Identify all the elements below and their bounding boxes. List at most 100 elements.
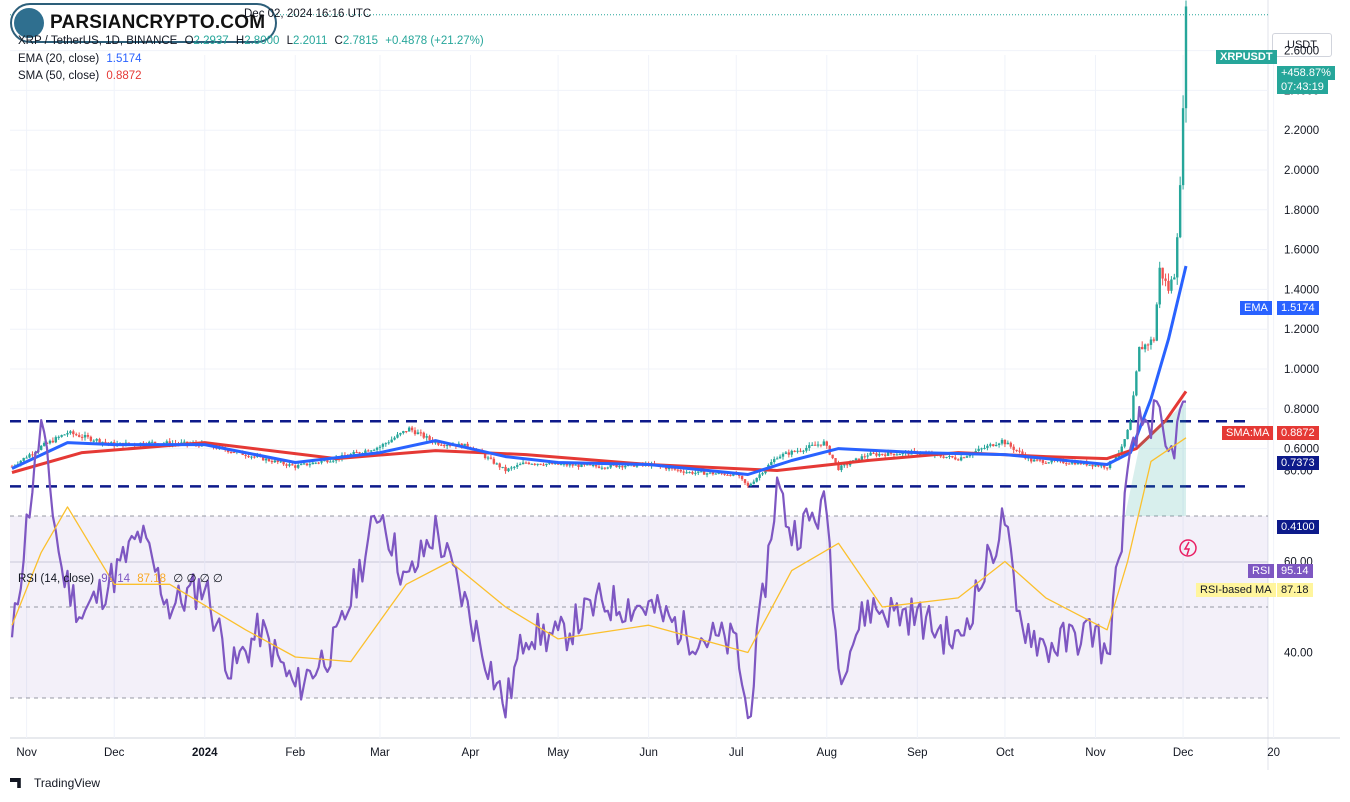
candle-body	[510, 467, 513, 469]
candle-body	[390, 439, 393, 443]
ema-label: EMA (20, close)	[18, 53, 100, 65]
candle-body	[568, 464, 571, 466]
candle-body	[761, 473, 764, 475]
candle-body	[311, 462, 315, 465]
candle-body	[370, 450, 373, 452]
chart-canvas[interactable]: 0.6000 0.8000 1.0000 1.2000 1.4000 1.6000 1.80…	[0, 0, 1350, 802]
candle-body	[831, 454, 834, 459]
candle-body	[714, 473, 718, 475]
candle-body	[872, 452, 875, 454]
time-tick-label: 20	[1267, 747, 1280, 759]
candle-body	[253, 456, 256, 458]
tradingview-label: TradingView	[34, 776, 101, 790]
symbol-label[interactable]: XRP / TetherUS, 1D, BINANCE	[18, 35, 177, 47]
candle-body	[805, 447, 808, 451]
candle-body	[1176, 237, 1179, 278]
candle-body	[755, 477, 758, 482]
candle-body	[962, 457, 966, 459]
candle-body	[863, 456, 866, 458]
open-label: O	[184, 35, 194, 47]
candle-body	[574, 464, 577, 466]
logo-icon	[14, 8, 44, 38]
candle-body	[539, 463, 542, 465]
candle-body	[387, 442, 390, 444]
candle-body	[428, 436, 431, 440]
candle-body	[72, 431, 75, 435]
price-tick-label: 0.6000	[1284, 444, 1319, 456]
candle-body	[416, 432, 420, 435]
candle-body	[790, 450, 793, 455]
candle-body	[866, 455, 869, 457]
candle-body	[594, 464, 598, 467]
candle-body	[536, 463, 539, 465]
tradingview-brand[interactable]: TradingView	[10, 776, 100, 790]
sma-tag: SMA:MA	[1222, 426, 1274, 440]
time-tick-label: Nov	[16, 747, 37, 759]
time-tick-label: May	[547, 747, 569, 759]
candle-body	[942, 456, 945, 458]
sma-value: 0.8872	[106, 70, 142, 82]
candle-body	[317, 462, 320, 464]
sma-line	[11, 390, 1188, 474]
candle-body	[332, 460, 335, 462]
candle-body	[501, 466, 504, 468]
candle-body	[886, 452, 890, 456]
candle-body	[28, 454, 31, 458]
candle-body	[624, 465, 627, 468]
candle-body	[892, 453, 896, 456]
candle-body	[1015, 449, 1018, 451]
candle-body	[977, 448, 980, 452]
candle-body	[31, 454, 34, 456]
time-tick-label: Feb	[285, 747, 305, 759]
candle-body	[419, 432, 423, 434]
candle-body	[308, 464, 312, 466]
candle-body	[802, 450, 805, 452]
price-tick-label: 1.8000	[1284, 205, 1319, 217]
ohlc-legend: XRP / TetherUS, 1D, BINANCE O2.2937 H2.8…	[18, 35, 488, 47]
candle-body	[600, 467, 604, 469]
candle-body	[758, 474, 761, 478]
candle-body	[1155, 304, 1158, 341]
candle-body	[305, 463, 309, 466]
countdown-tag: 07:43:19	[1277, 80, 1328, 94]
candle-body	[375, 447, 379, 450]
candle-body	[402, 431, 405, 434]
candle-body	[819, 444, 823, 446]
candle-body	[808, 445, 811, 448]
candle-body	[869, 452, 872, 456]
candle-body	[948, 455, 951, 457]
candle-body	[793, 450, 796, 452]
candle-body	[1184, 6, 1188, 109]
rsi-ma-tag: RSI-based MA	[1196, 583, 1276, 597]
candle-body	[410, 427, 414, 431]
rsi-legend[interactable]: RSI (14, close) 95.14 87.18 ∅ ∅ ∅ ∅	[18, 571, 227, 585]
candle-body	[813, 444, 817, 446]
candle-body	[875, 453, 878, 456]
time-tick-label: Oct	[996, 747, 1015, 759]
candle-body	[89, 436, 93, 441]
candle-body	[965, 456, 969, 458]
candle-body	[1146, 344, 1150, 346]
candle-body	[1105, 467, 1109, 469]
level-upper-tag: 0.7373	[1277, 456, 1319, 470]
candle-body	[989, 444, 992, 446]
candle-body	[276, 460, 279, 462]
currency-button[interactable]: USDT	[1272, 33, 1332, 57]
candle-body	[507, 468, 510, 472]
candle-body	[513, 466, 516, 468]
candle-body	[895, 454, 899, 456]
symbol-tag: XRPUSDT	[1216, 50, 1277, 64]
candle-body	[516, 465, 519, 467]
ema-legend[interactable]: EMA (20, close) 1.5174	[18, 53, 146, 65]
candle-body	[796, 450, 799, 452]
sma-legend[interactable]: SMA (50, close) 0.8872	[18, 70, 146, 82]
candle-body	[822, 441, 826, 446]
candle-body	[95, 439, 98, 441]
candle-body	[250, 456, 253, 458]
candle-body	[1067, 463, 1071, 465]
price-tick-label: 1.2000	[1284, 324, 1319, 336]
candle-body	[883, 454, 887, 456]
candle-body	[150, 441, 154, 443]
candle-body	[854, 458, 858, 461]
candle-body	[559, 464, 563, 466]
